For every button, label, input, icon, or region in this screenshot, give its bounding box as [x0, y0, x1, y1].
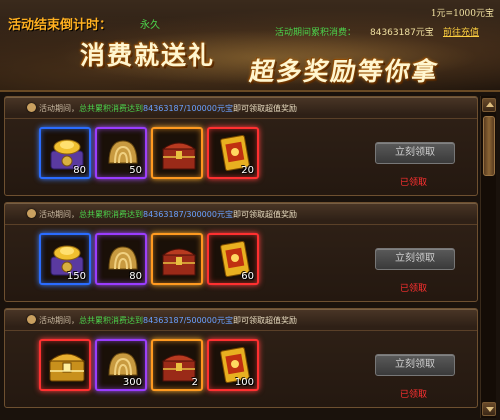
claimed-status: 已领取 [399, 178, 427, 188]
treasure-chest-icon [161, 142, 197, 170]
item-quantity: 2 [191, 377, 198, 388]
claimed-status: 已领取 [399, 284, 427, 294]
tier-header: 活动期间，总共累积消费达到84363187/500000元宝即可领取超值奖励 [5, 309, 477, 331]
countdown-value: 永久 [140, 20, 160, 31]
reward-tier-panel: 活动期间，总共累积消费达到84363187/300000元宝即可领取超值奖励 1… [4, 202, 478, 302]
cond-amount: 84363187/300000元宝 [143, 210, 233, 219]
cond-mid: 总共累积消费达到 [79, 104, 143, 113]
reward-slot[interactable]: 20 [207, 127, 259, 179]
cond-prefix: 活动期间， [39, 210, 79, 219]
item-quantity: 80 [73, 165, 86, 176]
reward-slot[interactable]: 150 [39, 233, 91, 285]
event-banner: 活动结束倒计时： 永久 1元=1000元宝 活动期间累积消费： 84363187… [0, 0, 500, 92]
exchange-rate: 1元=1000元宝 [430, 9, 494, 19]
reward-slot[interactable]: 80 [39, 127, 91, 179]
reward-slot[interactable]: 300 [95, 339, 147, 391]
cond-prefix: 活动期间， [39, 316, 79, 325]
golden-chest-icon [48, 353, 86, 382]
bullet-icon [27, 315, 36, 324]
scroll-thumb[interactable] [483, 116, 495, 176]
scroll-down-arrow-icon[interactable] [482, 402, 496, 416]
total-spend-label: 活动期间累积消费： [275, 28, 357, 38]
banner-slogan-right: 超多奖励等你拿 [247, 57, 441, 86]
claim-button[interactable]: 立刻领取 [375, 248, 455, 270]
countdown-label: 活动结束倒计时： [8, 18, 113, 33]
tier-header: 活动期间，总共累积消费达到84363187/300000元宝即可领取超值奖励 [5, 203, 477, 225]
reward-slot[interactable]: 60 [207, 233, 259, 285]
cond-mid: 总共累积消费达到 [79, 316, 143, 325]
cond-amount: 84363187/500000元宝 [143, 316, 233, 325]
item-quantity: 150 [66, 271, 86, 282]
cond-amount: 84363187/100000元宝 [143, 104, 233, 113]
cond-suffix: 即可领取超值奖励 [232, 316, 297, 325]
reward-slot[interactable]: 50 [95, 127, 147, 179]
banner-slogan-left: 消费就送礼 [80, 41, 216, 70]
reward-tier-panel: 活动期间，总共累积消费达到84363187/100000元宝即可领取超值奖励 8… [4, 96, 478, 196]
bullet-icon [27, 103, 36, 112]
recharge-link[interactable]: 前往充值 [443, 25, 479, 38]
reward-slot[interactable] [151, 127, 203, 179]
reward-slot[interactable]: 80 [95, 233, 147, 285]
item-quantity: 60 [241, 271, 254, 282]
item-quantity: 300 [122, 377, 142, 388]
cond-suffix: 即可领取超值奖励 [232, 104, 297, 113]
reward-slot[interactable]: 2 [151, 339, 203, 391]
claimed-status: 已领取 [399, 390, 427, 400]
cond-suffix: 即可领取超值奖励 [232, 210, 297, 219]
reward-slot[interactable]: 100 [207, 339, 259, 391]
reward-slot[interactable] [39, 339, 91, 391]
treasure-chest-icon [161, 248, 197, 276]
tier-condition: 活动期间，总共累积消费达到84363187/500000元宝即可领取超值奖励 [39, 315, 297, 326]
total-spend-value: 84363187元宝 [370, 28, 434, 38]
cond-mid: 总共累积消费达到 [79, 210, 143, 219]
claim-button[interactable]: 立刻领取 [375, 354, 455, 376]
tier-condition: 活动期间，总共累积消费达到84363187/300000元宝即可领取超值奖励 [39, 209, 297, 220]
scroll-up-arrow-icon[interactable] [482, 98, 496, 112]
tier-header: 活动期间，总共累积消费达到84363187/100000元宝即可领取超值奖励 [5, 97, 477, 119]
tier-condition: 活动期间，总共累积消费达到84363187/100000元宝即可领取超值奖励 [39, 103, 297, 114]
bullet-icon [27, 209, 36, 218]
reward-tier-list: 活动期间，总共累积消费达到84363187/100000元宝即可领取超值奖励 8… [4, 96, 478, 418]
claim-button[interactable]: 立刻领取 [375, 142, 455, 164]
item-quantity: 100 [234, 377, 254, 388]
cond-prefix: 活动期间， [39, 104, 79, 113]
reward-tier-panel: 活动期间，总共累积消费达到84363187/500000元宝即可领取超值奖励 3… [4, 308, 478, 408]
item-quantity: 50 [129, 165, 142, 176]
scrollbar[interactable] [480, 96, 496, 418]
reward-slot[interactable] [151, 233, 203, 285]
item-quantity: 80 [129, 271, 142, 282]
item-quantity: 20 [241, 165, 254, 176]
